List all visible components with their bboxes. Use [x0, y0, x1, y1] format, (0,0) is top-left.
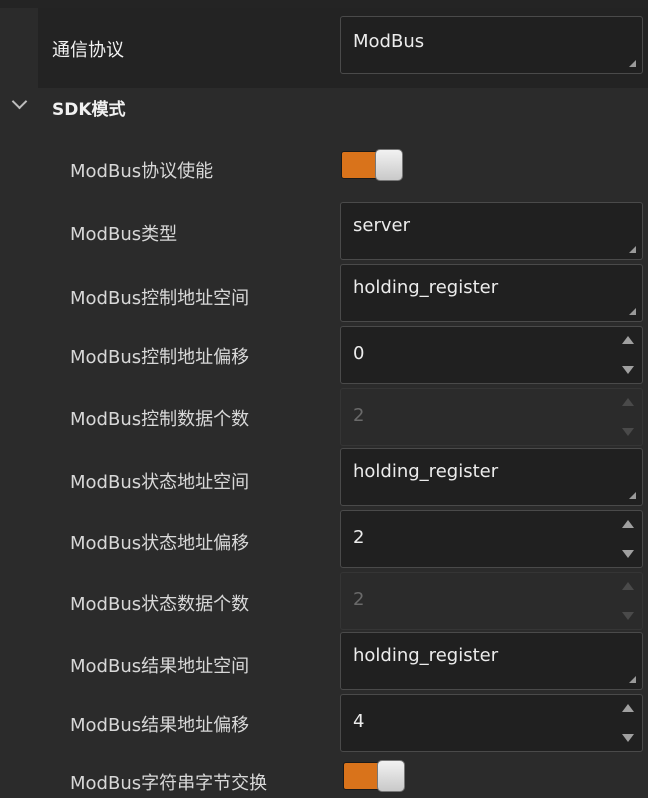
- status-address-space-value: holding_register: [353, 461, 499, 482]
- row-label-result-address-offset: ModBus结果地址偏移: [70, 715, 250, 736]
- result-address-offset-value: 4: [353, 711, 365, 732]
- spin-down-icon: [622, 428, 634, 436]
- modbus-type-dropdown[interactable]: server: [340, 202, 643, 260]
- control-address-offset-value: 0: [353, 343, 365, 364]
- protocol-value: ModBus: [353, 31, 425, 52]
- control-address-offset-spinbox[interactable]: 0: [340, 326, 643, 384]
- string-byte-swap-toggle[interactable]: [343, 760, 405, 792]
- row-label-modbus-type: ModBus类型: [70, 224, 178, 245]
- modbus-type-value: server: [353, 215, 410, 236]
- row-label-status-address-offset: ModBus状态地址偏移: [70, 533, 250, 554]
- row-label-control-address-space: ModBus控制地址空间: [70, 288, 250, 309]
- dropdown-corner-icon: [629, 492, 636, 499]
- spin-up-icon[interactable]: [622, 704, 634, 712]
- toggle-knob: [377, 760, 405, 792]
- spin-up-icon[interactable]: [622, 520, 634, 528]
- control-address-space-dropdown[interactable]: holding_register: [340, 264, 643, 322]
- dropdown-corner-icon: [629, 676, 636, 683]
- row-label-control-data-count: ModBus控制数据个数: [70, 409, 250, 430]
- top-strip: [0, 0, 648, 8]
- result-address-space-dropdown[interactable]: holding_register: [340, 632, 643, 690]
- protocol-dropdown[interactable]: ModBus: [340, 16, 643, 74]
- row-label-string-byte-swap: ModBus字符串字节交换: [70, 773, 268, 794]
- control-data-count-spinbox: 2: [340, 388, 643, 446]
- row-label-status-address-space: ModBus状态地址空间: [70, 472, 250, 493]
- protocol-enable-toggle[interactable]: [341, 149, 403, 181]
- spin-down-icon: [622, 612, 634, 620]
- protocol-label: 通信协议: [52, 40, 124, 61]
- spin-down-icon[interactable]: [622, 734, 634, 742]
- row-label-protocol-enable: ModBus协议使能: [70, 161, 214, 182]
- status-address-space-dropdown[interactable]: holding_register: [340, 448, 643, 506]
- row-label-status-data-count: ModBus状态数据个数: [70, 594, 250, 615]
- dropdown-corner-icon: [629, 308, 636, 315]
- status-data-count-value: 2: [353, 589, 365, 610]
- row-label-control-address-offset: ModBus控制地址偏移: [70, 347, 250, 368]
- spin-down-icon[interactable]: [622, 366, 634, 374]
- chevron-down-icon[interactable]: [11, 93, 28, 110]
- properties-panel: 通信协议 ModBus SDK模式 ModBus协议使能 ModBus类型 se…: [0, 0, 648, 798]
- dropdown-corner-icon: [629, 246, 636, 253]
- status-address-offset-spinbox[interactable]: 2: [340, 510, 643, 568]
- control-data-count-value: 2: [353, 405, 365, 426]
- status-data-count-spinbox: 2: [340, 572, 643, 630]
- spin-up-icon: [622, 582, 634, 590]
- dropdown-corner-icon: [629, 60, 636, 67]
- spin-up-icon: [622, 398, 634, 406]
- control-address-space-value: holding_register: [353, 277, 499, 298]
- row-label-result-address-space: ModBus结果地址空间: [70, 656, 250, 677]
- result-address-space-value: holding_register: [353, 645, 499, 666]
- toggle-knob: [375, 149, 403, 181]
- section-title: SDK模式: [52, 100, 126, 120]
- spin-down-icon[interactable]: [622, 550, 634, 558]
- spin-up-icon[interactable]: [622, 336, 634, 344]
- status-address-offset-value: 2: [353, 527, 365, 548]
- result-address-offset-spinbox[interactable]: 4: [340, 694, 643, 752]
